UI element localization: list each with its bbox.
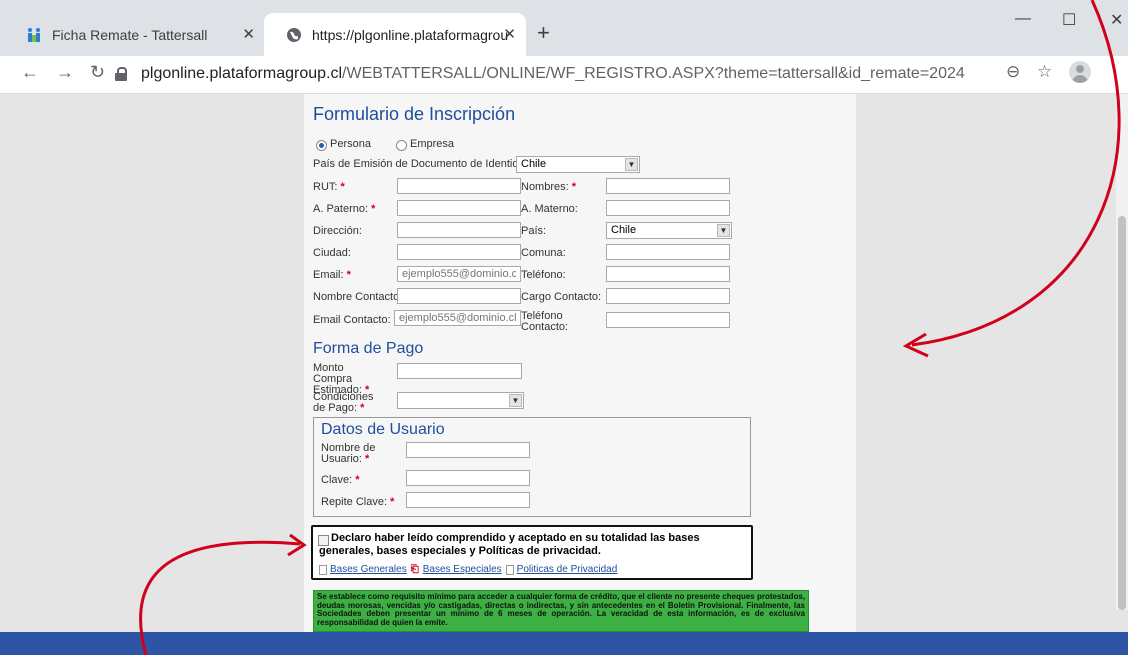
- browser-toolbar: ← → ↻ plgonline.plataformagroup.cl/WEBTA…: [0, 56, 1128, 94]
- radio-empresa-label: Empresa: [410, 138, 455, 150]
- nombre-contacto-label: Nombre Contacto:: [313, 291, 403, 303]
- password-label: Clave: *: [321, 474, 360, 486]
- payment-section-title: Forma de Pago: [313, 340, 424, 357]
- credit-notice: Se establece como requisito mínimo para …: [313, 590, 809, 632]
- condiciones-label: Condiciones de Pago: *: [313, 391, 374, 414]
- tab-title: https://plgonline.plataformagrou: [312, 26, 509, 43]
- scrollbar-thumb[interactable]: [1118, 216, 1126, 610]
- maximize-icon[interactable]: ☐: [1062, 10, 1076, 30]
- back-icon[interactable]: ←: [21, 62, 39, 83]
- pais-select[interactable]: Chile ▼: [606, 222, 732, 239]
- doc-country-label: País de Emisión de Documento de Identida…: [313, 158, 534, 170]
- username-input[interactable]: [406, 442, 530, 458]
- a-paterno-label: A. Paterno: *: [313, 203, 376, 215]
- page-footer-band: [0, 632, 1128, 655]
- rut-input[interactable]: [397, 178, 521, 194]
- reload-icon[interactable]: ↻: [90, 62, 105, 83]
- chevron-down-icon: ▼: [717, 224, 730, 237]
- condiciones-select[interactable]: ▼: [397, 392, 524, 409]
- password-input[interactable]: [406, 470, 530, 486]
- email-input[interactable]: [397, 266, 521, 282]
- globe-icon: [286, 27, 302, 43]
- radio-persona-label: Persona: [330, 138, 371, 150]
- email-contacto-label: Email Contacto: *: [313, 314, 398, 326]
- direccion-label: Dirección:: [313, 225, 362, 237]
- politicas-privacidad-link[interactable]: Politicas de Privacidad: [517, 564, 618, 575]
- declaration-text: Declaro haber leído comprendido y acepta…: [319, 532, 700, 557]
- telefono-contacto-label: Teléfono Contacto:: [521, 310, 569, 333]
- close-window-icon[interactable]: ✕: [1110, 10, 1123, 30]
- user-section-title: Datos de Usuario: [321, 421, 445, 438]
- nombre-contacto-input[interactable]: [397, 288, 521, 304]
- zoom-icon[interactable]: ⊖: [1006, 62, 1020, 82]
- email-label: Email: *: [313, 269, 351, 281]
- a-materno-input[interactable]: [606, 200, 730, 216]
- chevron-down-icon: ▼: [509, 394, 522, 407]
- tab-registro[interactable]: https://plgonline.plataformagrou ✕: [264, 13, 526, 56]
- telefono-label: Teléfono:: [521, 269, 566, 281]
- radio-empresa[interactable]: [396, 140, 407, 151]
- bases-especiales-link[interactable]: Bases Especiales: [423, 564, 502, 575]
- declaration-links: Bases Generales ⎗ Bases Especiales Polit…: [319, 564, 621, 575]
- doc-country-select[interactable]: Chile ▼: [516, 156, 640, 173]
- comuna-label: Comuna:: [521, 247, 566, 259]
- a-materno-label: A. Materno:: [521, 203, 578, 215]
- direccion-input[interactable]: [397, 222, 521, 238]
- nombres-input[interactable]: [606, 178, 730, 194]
- nombres-label: Nombres: *: [521, 181, 577, 193]
- repeat-password-input[interactable]: [406, 492, 530, 508]
- browser-tab-bar: Ficha Remate - Tattersall ✕ https://plgo…: [0, 0, 1128, 56]
- bases-generales-link[interactable]: Bases Generales: [330, 564, 407, 575]
- address-bar[interactable]: plgonline.plataformagroup.cl/WEBTATTERSA…: [115, 60, 1015, 88]
- tab-ficha-remate[interactable]: Ficha Remate - Tattersall ✕: [0, 13, 265, 56]
- bookmark-star-icon[interactable]: ☆: [1037, 62, 1052, 82]
- email-contacto-input[interactable]: [394, 310, 521, 326]
- pdf-icon: ⎗: [410, 563, 419, 575]
- chevron-down-icon: ▼: [625, 158, 638, 171]
- a-paterno-input[interactable]: [397, 200, 521, 216]
- ciudad-input[interactable]: [397, 244, 521, 260]
- username-label: Nombre de Usuario: *: [321, 442, 376, 465]
- close-tab-icon[interactable]: ✕: [503, 25, 516, 43]
- tab-title: Ficha Remate - Tattersall: [52, 26, 208, 43]
- forward-icon[interactable]: →: [56, 62, 74, 83]
- document-icon: [319, 564, 327, 575]
- telefono-contacto-input[interactable]: [606, 312, 730, 328]
- profile-avatar[interactable]: [1069, 61, 1091, 83]
- pais-label: País:: [521, 225, 547, 237]
- tattersall-favicon-icon: [26, 27, 42, 43]
- minimize-icon[interactable]: —: [1015, 10, 1031, 28]
- ciudad-label: Ciudad:: [313, 247, 351, 259]
- url-text: plgonline.plataformagroup.cl/WEBTATTERSA…: [141, 65, 965, 82]
- cargo-contacto-input[interactable]: [606, 288, 730, 304]
- lock-icon: [115, 67, 127, 81]
- repeat-password-label: Repite Clave: *: [321, 496, 395, 508]
- rut-label: RUT: *: [313, 181, 345, 193]
- radio-persona[interactable]: [316, 140, 327, 151]
- telefono-input[interactable]: [606, 266, 730, 282]
- monto-input[interactable]: [397, 363, 522, 379]
- new-tab-icon[interactable]: +: [537, 22, 550, 44]
- cargo-contacto-label: Cargo Contacto:: [521, 291, 602, 303]
- declaration-box: Declaro haber leído comprendido y acepta…: [311, 525, 753, 580]
- comuna-input[interactable]: [606, 244, 730, 260]
- close-tab-icon[interactable]: ✕: [242, 25, 255, 43]
- document-icon: [505, 564, 514, 575]
- form-title: Formulario de Inscripción: [313, 104, 516, 124]
